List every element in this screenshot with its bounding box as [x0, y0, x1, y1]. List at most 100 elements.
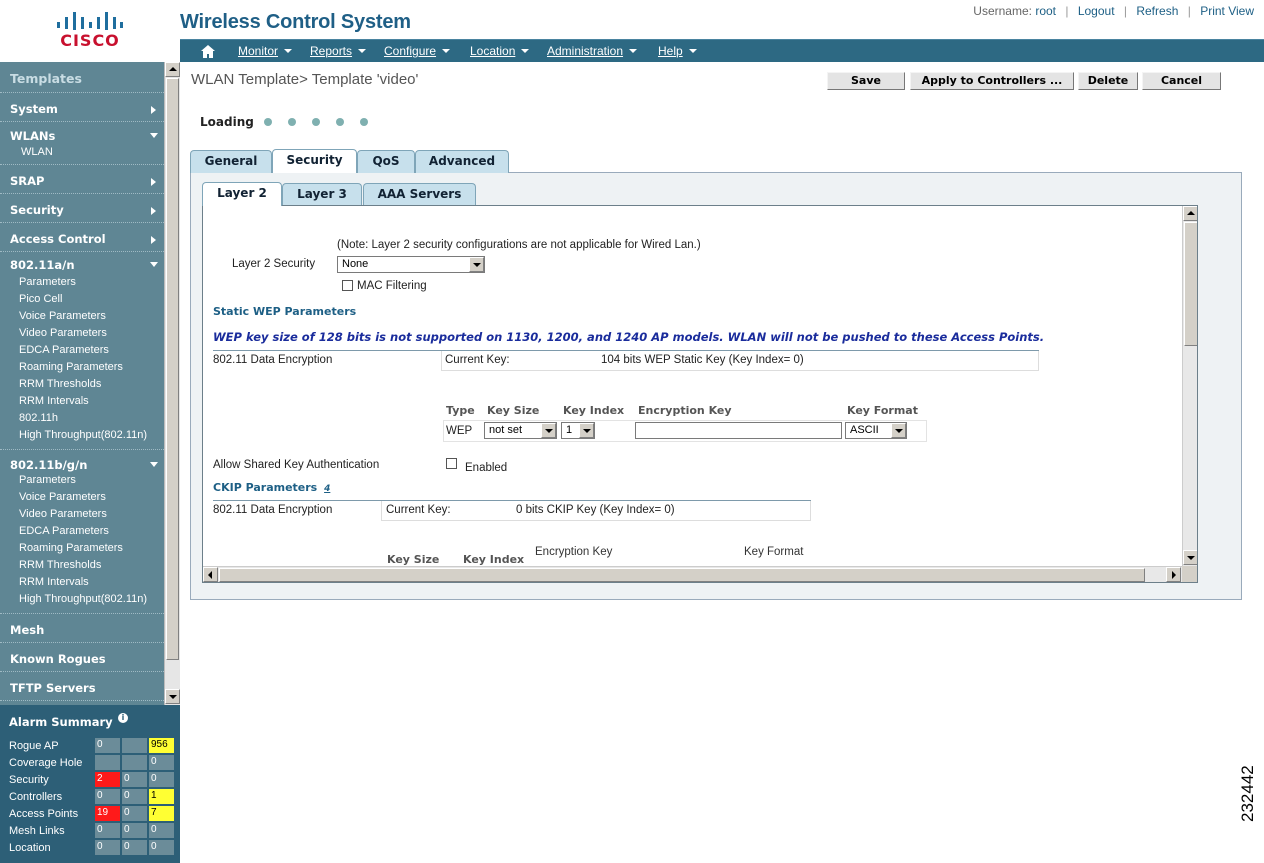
alarm-count-major[interactable]: 0: [122, 823, 148, 838]
sidebar-item-tftp-servers[interactable]: TFTP Servers: [0, 672, 164, 701]
sidebar-subitem-wlan[interactable]: WLAN: [0, 144, 164, 161]
subtab-aaa-servers[interactable]: AAA Servers: [363, 183, 476, 206]
sidebar-subitem[interactable]: EDCA Parameters: [0, 523, 164, 540]
alarm-row[interactable]: Location 0 0 0: [0, 839, 180, 856]
alarm-count-minor[interactable]: 0: [149, 840, 175, 855]
shared-key-checkbox[interactable]: [446, 458, 457, 469]
alarm-count-minor[interactable]: 956: [149, 738, 175, 753]
sidebar-subitem[interactable]: EDCA Parameters: [0, 342, 164, 359]
delete-button[interactable]: Delete: [1078, 72, 1138, 90]
sidebar-subitem[interactable]: Parameters: [0, 472, 164, 489]
logout-link[interactable]: Logout: [1078, 4, 1115, 18]
sidebar-item-security[interactable]: Security: [0, 194, 164, 223]
apply-to-controllers-button[interactable]: Apply to Controllers ...: [910, 72, 1074, 90]
alarm-count-critical[interactable]: 0: [95, 823, 121, 838]
sidebar-subitem[interactable]: Roaming Parameters: [0, 540, 164, 557]
scroll-right-icon[interactable]: [1166, 567, 1181, 582]
sidebar-subitem[interactable]: Voice Parameters: [0, 308, 164, 325]
alarm-row[interactable]: Access Points 19 0 7: [0, 805, 180, 822]
sidebar-subitem[interactable]: Parameters: [0, 274, 164, 291]
sidebar-subitem[interactable]: Video Parameters: [0, 506, 164, 523]
alarm-count-critical[interactable]: 0: [95, 789, 121, 804]
scroll-up-icon[interactable]: [1183, 206, 1197, 221]
scroll-thumb[interactable]: [1184, 222, 1197, 346]
alarm-count-major[interactable]: 0: [122, 806, 148, 821]
sidebar-subitem[interactable]: RRM Intervals: [0, 393, 164, 410]
sidebar-subitem[interactable]: High Throughput(802.11n): [0, 427, 164, 444]
panel-vertical-scrollbar[interactable]: [1182, 206, 1197, 566]
sidebar-scrollbar[interactable]: [164, 62, 180, 705]
scroll-thumb[interactable]: [166, 78, 179, 660]
layer2-security-select[interactable]: None: [337, 256, 485, 273]
subtab-layer2[interactable]: Layer 2: [202, 182, 282, 206]
cancel-button[interactable]: Cancel: [1142, 72, 1221, 90]
sidebar-subitem[interactable]: RRM Thresholds: [0, 557, 164, 574]
username-label: Username:: [973, 4, 1032, 18]
sidebar-item-access-control[interactable]: Access Control: [0, 223, 164, 252]
alarm-count-minor[interactable]: 7: [149, 806, 175, 821]
scroll-up-icon[interactable]: [165, 62, 180, 77]
alarm-row[interactable]: Mesh Links 0 0 0: [0, 822, 180, 839]
alarm-count-major[interactable]: [122, 738, 148, 753]
alarm-row[interactable]: Coverage Hole 0: [0, 754, 180, 771]
key-size-select[interactable]: not set: [484, 422, 557, 439]
sidebar-subitem[interactable]: Pico Cell: [0, 291, 164, 308]
sidebar-subitem[interactable]: High Throughput(802.11n): [0, 591, 164, 608]
alarm-count-critical[interactable]: 0: [95, 840, 121, 855]
info-icon[interactable]: i: [118, 713, 128, 723]
alarm-count-critical[interactable]: 2: [95, 772, 121, 787]
alarm-count-major[interactable]: 0: [122, 772, 148, 787]
print-view-link[interactable]: Print View: [1200, 4, 1254, 18]
alarm-count-minor[interactable]: 0: [149, 772, 175, 787]
encryption-key-input[interactable]: [635, 422, 842, 439]
subtab-layer3[interactable]: Layer 3: [282, 183, 362, 206]
tab-advanced[interactable]: Advanced: [415, 150, 509, 173]
tab-qos[interactable]: QoS: [357, 150, 415, 173]
scroll-thumb[interactable]: [219, 568, 1145, 582]
sidebar-subitem[interactable]: Voice Parameters: [0, 489, 164, 506]
alarm-count-major[interactable]: [122, 755, 148, 770]
refresh-link[interactable]: Refresh: [1136, 4, 1178, 18]
alarm-count-major[interactable]: 0: [122, 840, 148, 855]
sidebar-subitem[interactable]: 802.11h: [0, 410, 164, 427]
key-format-select[interactable]: ASCII: [845, 422, 907, 439]
alarm-count-critical[interactable]: 0: [95, 738, 121, 753]
panel-horizontal-scrollbar[interactable]: [203, 566, 1182, 582]
scroll-down-icon[interactable]: [1183, 550, 1197, 565]
tab-general[interactable]: General: [190, 150, 272, 173]
sidebar-subitem[interactable]: RRM Intervals: [0, 574, 164, 591]
sidebar-item-mesh[interactable]: Mesh: [0, 614, 164, 643]
sidebar-item-known-rogues[interactable]: Known Rogues: [0, 643, 164, 672]
nav-configure[interactable]: Configure: [384, 44, 451, 58]
sidebar-subitem[interactable]: Video Parameters: [0, 325, 164, 342]
nav-reports[interactable]: Reports: [310, 44, 367, 58]
alarm-row[interactable]: Rogue AP 0 956: [0, 737, 180, 754]
sidebar-subitem[interactable]: RRM Thresholds: [0, 376, 164, 393]
sidebar-subitem[interactable]: Roaming Parameters: [0, 359, 164, 376]
key-index-select[interactable]: 1: [561, 422, 595, 439]
alarm-count-major[interactable]: 0: [122, 789, 148, 804]
sidebar-item-system[interactable]: System: [0, 93, 164, 122]
sidebar-item-wlans[interactable]: WLANs: [0, 122, 164, 144]
tab-security[interactable]: Security: [272, 149, 357, 173]
alarm-count-minor[interactable]: 1: [149, 789, 175, 804]
alarm-count-critical[interactable]: [95, 755, 121, 770]
nav-monitor[interactable]: Monitor: [238, 44, 293, 58]
alarm-count-critical[interactable]: 19: [95, 806, 121, 821]
sidebar-item-80211bgn[interactable]: 802.11b/g/n: [0, 450, 164, 472]
nav-location[interactable]: Location: [470, 44, 530, 58]
home-icon[interactable]: [200, 44, 216, 59]
alarm-row[interactable]: Controllers 0 0 1: [0, 788, 180, 805]
alarm-count-minor[interactable]: 0: [149, 823, 175, 838]
sidebar-item-80211an[interactable]: 802.11a/n: [0, 252, 164, 274]
ckip-footnote-link[interactable]: 4: [324, 484, 330, 494]
alarm-row[interactable]: Security 2 0 0: [0, 771, 180, 788]
alarm-count-minor[interactable]: 0: [149, 755, 175, 770]
scroll-down-icon[interactable]: [165, 689, 180, 704]
nav-administration[interactable]: Administration: [547, 44, 638, 58]
mac-filtering-checkbox[interactable]: [342, 280, 353, 291]
scroll-left-icon[interactable]: [203, 567, 218, 582]
save-button[interactable]: Save: [827, 72, 905, 90]
sidebar-item-srap[interactable]: SRAP: [0, 165, 164, 194]
nav-help[interactable]: Help: [658, 44, 697, 58]
